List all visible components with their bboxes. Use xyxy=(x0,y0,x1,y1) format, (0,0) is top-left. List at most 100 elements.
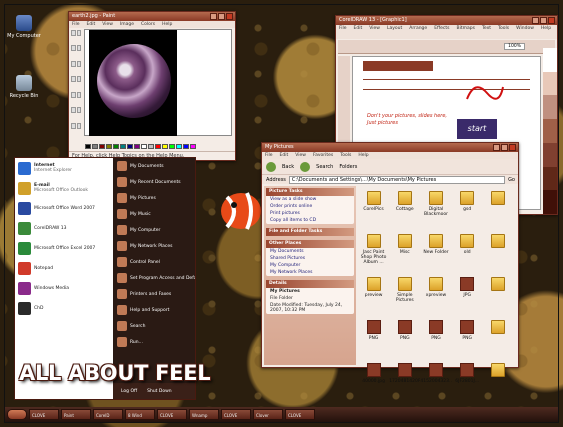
color-swatch[interactable] xyxy=(92,144,98,149)
menu-view[interactable]: View xyxy=(295,153,306,158)
file-item[interactable] xyxy=(483,234,514,277)
file-item[interactable] xyxy=(483,363,514,406)
go-button[interactable]: Go xyxy=(508,177,518,183)
search-button[interactable]: Search xyxy=(316,164,333,170)
file-item[interactable] xyxy=(483,191,514,234)
zoom-select[interactable]: 100% xyxy=(504,43,525,50)
taskbar-button[interactable]: 8 Wind xyxy=(125,409,155,420)
start-menu-item[interactable]: CorelDRAW 13 xyxy=(15,218,113,238)
forward-icon[interactable] xyxy=(300,161,311,172)
start-menu-place[interactable]: My Computer xyxy=(113,222,195,238)
folders-button[interactable]: Folders xyxy=(339,164,357,170)
file-item[interactable]: Simple Pictures xyxy=(389,277,420,320)
menu-tools[interactable]: Tools xyxy=(340,153,351,158)
file-item[interactable]: Misc xyxy=(389,234,420,277)
file-item[interactable]: Jasc Paint Shop Photo Album ... xyxy=(358,234,389,277)
place-link[interactable]: My Network Places xyxy=(266,269,354,276)
color-swatch[interactable] xyxy=(148,144,154,149)
start-menu-place[interactable]: Search xyxy=(113,318,195,334)
menu-file[interactable]: File xyxy=(72,22,80,27)
menu-favorites[interactable]: Favorites xyxy=(313,153,333,158)
desktop-icon-recycle-bin[interactable]: Recycle Bin xyxy=(7,75,41,99)
file-item[interactable]: gsd xyxy=(452,191,483,234)
fill-tool[interactable] xyxy=(76,45,81,52)
menu-bitmaps[interactable]: Bitmaps xyxy=(456,26,474,31)
close-button[interactable] xyxy=(509,144,516,151)
text-tool[interactable] xyxy=(76,91,81,98)
menu-file[interactable]: File xyxy=(265,153,273,158)
file-item[interactable]: PNG xyxy=(389,320,420,363)
maximize-button[interactable] xyxy=(540,17,547,24)
task-link[interactable]: Copy all items to CD xyxy=(266,217,354,224)
color-swatch[interactable] xyxy=(183,144,189,149)
color-swatch[interactable] xyxy=(543,119,557,143)
taskbar-button[interactable]: CLOVE xyxy=(29,409,59,420)
file-item[interactable]: PNG xyxy=(358,320,389,363)
menu-image[interactable]: Image xyxy=(120,22,134,27)
start-menu-item[interactable]: E-mail Microsoft Office Outlook xyxy=(15,178,113,198)
explorer-titlebar[interactable]: My Pictures xyxy=(262,143,518,152)
panel-header[interactable]: Details xyxy=(266,280,354,288)
desktop-icon-my-computer[interactable]: My Computer xyxy=(7,15,41,39)
start-menu-place[interactable]: My Music xyxy=(113,206,195,222)
paint-titlebar[interactable]: earth2.jpg - Paint xyxy=(69,12,235,21)
corel-titlebar[interactable]: CorelDRAW 13 - [Graphic1] xyxy=(336,16,557,25)
start-menu-item[interactable]: Notepad xyxy=(15,258,113,278)
start-menu-place[interactable]: Run... xyxy=(113,334,195,350)
file-item[interactable]: 4152004323... xyxy=(420,363,452,406)
start-menu-item[interactable]: Microsoft Office Word 2007 xyxy=(15,198,113,218)
select-tool[interactable] xyxy=(76,30,81,36)
menu-help[interactable]: Help xyxy=(541,26,551,31)
start-menu-item[interactable]: Microsoft Office Excel 2007 xyxy=(15,238,113,258)
close-button[interactable] xyxy=(548,17,555,24)
paint-window[interactable]: earth2.jpg - Paint File Edit View Image Colo… xyxy=(68,11,236,161)
file-item[interactable]: Digital Blackmoor xyxy=(420,191,451,234)
start-menu-item[interactable]: ChD xyxy=(15,298,113,318)
color-swatch[interactable] xyxy=(85,144,91,149)
file-item[interactable]: xpreview xyxy=(420,277,451,320)
file-item[interactable]: Cottage xyxy=(389,191,420,234)
start-menu-place[interactable]: My Recent Documents xyxy=(113,174,195,190)
menu-edit[interactable]: Edit xyxy=(280,153,289,158)
maximize-button[interactable] xyxy=(218,13,225,20)
taskbar-button[interactable]: CLOVE xyxy=(157,409,187,420)
minimize-button[interactable] xyxy=(532,17,539,24)
color-swatch[interactable] xyxy=(113,144,119,149)
menu-edit[interactable]: Edit xyxy=(354,26,363,31)
file-item[interactable]: PNG xyxy=(420,320,451,363)
color-swatch[interactable] xyxy=(543,166,557,191)
color-swatch[interactable] xyxy=(543,48,557,72)
minimize-button[interactable] xyxy=(210,13,217,20)
place-link[interactable]: My Documents xyxy=(266,248,354,255)
color-swatch[interactable] xyxy=(106,144,112,149)
color-swatch[interactable] xyxy=(543,71,557,96)
start-menu-place[interactable]: My Documents xyxy=(113,158,195,174)
airbrush-tool[interactable] xyxy=(71,91,76,98)
menu-arrange[interactable]: Arrange xyxy=(409,26,427,31)
color-swatch[interactable] xyxy=(162,144,168,149)
free-select-tool[interactable] xyxy=(71,30,76,36)
polygon-tool[interactable] xyxy=(76,122,81,129)
magnifier-tool[interactable] xyxy=(76,60,81,67)
taskbar-button[interactable]: CLOVE xyxy=(285,409,315,420)
color-swatch[interactable] xyxy=(190,144,196,149)
place-link[interactable]: My Computer xyxy=(266,262,354,269)
log-off-button[interactable]: Log Off xyxy=(121,389,137,394)
shut-down-button[interactable]: Shut Down xyxy=(147,389,172,394)
menu-effects[interactable]: Effects xyxy=(434,26,449,31)
menu-tools[interactable]: Tools xyxy=(498,26,509,31)
start-menu-place[interactable]: My Pictures xyxy=(113,190,195,206)
eraser-tool[interactable] xyxy=(71,45,76,52)
menu-view[interactable]: View xyxy=(102,22,113,27)
task-link[interactable]: View as a slide show xyxy=(266,196,354,203)
color-swatch[interactable] xyxy=(127,144,133,149)
taskbar-button[interactable]: Paint xyxy=(61,409,91,420)
start-menu-item[interactable]: Internet Internet Explorer xyxy=(15,158,113,178)
start-button[interactable] xyxy=(7,409,27,420)
file-item[interactable]: CorelPics xyxy=(358,191,389,234)
menu-view[interactable]: View xyxy=(369,26,380,31)
line-tool[interactable] xyxy=(71,107,76,114)
menu-help[interactable]: Help xyxy=(162,22,172,27)
start-menu-place[interactable]: Set Program Access and Defaults xyxy=(113,270,195,286)
file-item[interactable]: old xyxy=(452,234,483,277)
